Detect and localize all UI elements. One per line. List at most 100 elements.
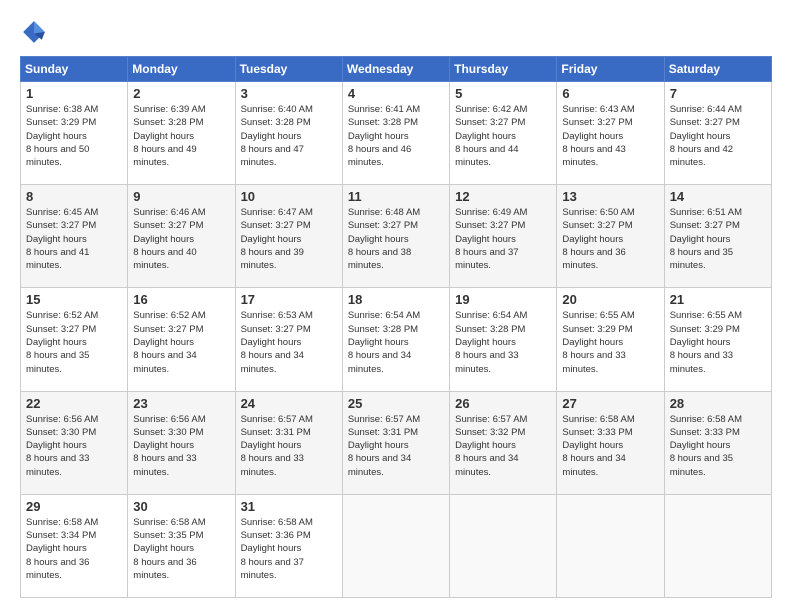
day-number: 16 <box>133 292 229 307</box>
col-header-wednesday: Wednesday <box>342 57 449 82</box>
day-cell: 27 Sunrise: 6:58 AM Sunset: 3:33 PM Dayl… <box>557 391 664 494</box>
day-cell: 31 Sunrise: 6:58 AM Sunset: 3:36 PM Dayl… <box>235 494 342 597</box>
calendar-header: SundayMondayTuesdayWednesdayThursdayFrid… <box>21 57 772 82</box>
day-cell: 24 Sunrise: 6:57 AM Sunset: 3:31 PM Dayl… <box>235 391 342 494</box>
day-cell <box>342 494 449 597</box>
day-info: Sunrise: 6:56 AM Sunset: 3:30 PM Dayligh… <box>26 413 122 479</box>
day-number: 19 <box>455 292 551 307</box>
day-info: Sunrise: 6:53 AM Sunset: 3:27 PM Dayligh… <box>241 309 337 375</box>
day-info: Sunrise: 6:58 AM Sunset: 3:35 PM Dayligh… <box>133 516 229 582</box>
day-cell: 19 Sunrise: 6:54 AM Sunset: 3:28 PM Dayl… <box>450 288 557 391</box>
col-header-monday: Monday <box>128 57 235 82</box>
calendar-body: 1 Sunrise: 6:38 AM Sunset: 3:29 PM Dayli… <box>21 82 772 598</box>
day-cell: 8 Sunrise: 6:45 AM Sunset: 3:27 PM Dayli… <box>21 185 128 288</box>
day-cell: 20 Sunrise: 6:55 AM Sunset: 3:29 PM Dayl… <box>557 288 664 391</box>
col-header-sunday: Sunday <box>21 57 128 82</box>
day-cell: 23 Sunrise: 6:56 AM Sunset: 3:30 PM Dayl… <box>128 391 235 494</box>
week-row-2: 8 Sunrise: 6:45 AM Sunset: 3:27 PM Dayli… <box>21 185 772 288</box>
day-info: Sunrise: 6:56 AM Sunset: 3:30 PM Dayligh… <box>133 413 229 479</box>
day-number: 4 <box>348 86 444 101</box>
logo <box>20 18 52 46</box>
day-info: Sunrise: 6:44 AM Sunset: 3:27 PM Dayligh… <box>670 103 766 169</box>
day-number: 26 <box>455 396 551 411</box>
day-info: Sunrise: 6:41 AM Sunset: 3:28 PM Dayligh… <box>348 103 444 169</box>
col-header-saturday: Saturday <box>664 57 771 82</box>
day-cell: 25 Sunrise: 6:57 AM Sunset: 3:31 PM Dayl… <box>342 391 449 494</box>
calendar-table: SundayMondayTuesdayWednesdayThursdayFrid… <box>20 56 772 598</box>
day-number: 18 <box>348 292 444 307</box>
day-number: 12 <box>455 189 551 204</box>
day-number: 27 <box>562 396 658 411</box>
day-info: Sunrise: 6:55 AM Sunset: 3:29 PM Dayligh… <box>670 309 766 375</box>
day-cell: 17 Sunrise: 6:53 AM Sunset: 3:27 PM Dayl… <box>235 288 342 391</box>
day-number: 28 <box>670 396 766 411</box>
day-number: 21 <box>670 292 766 307</box>
day-cell: 12 Sunrise: 6:49 AM Sunset: 3:27 PM Dayl… <box>450 185 557 288</box>
day-number: 14 <box>670 189 766 204</box>
day-cell: 3 Sunrise: 6:40 AM Sunset: 3:28 PM Dayli… <box>235 82 342 185</box>
page: SundayMondayTuesdayWednesdayThursdayFrid… <box>0 0 792 612</box>
day-cell: 10 Sunrise: 6:47 AM Sunset: 3:27 PM Dayl… <box>235 185 342 288</box>
day-number: 1 <box>26 86 122 101</box>
day-cell: 18 Sunrise: 6:54 AM Sunset: 3:28 PM Dayl… <box>342 288 449 391</box>
day-cell <box>664 494 771 597</box>
day-number: 9 <box>133 189 229 204</box>
day-info: Sunrise: 6:40 AM Sunset: 3:28 PM Dayligh… <box>241 103 337 169</box>
day-info: Sunrise: 6:57 AM Sunset: 3:32 PM Dayligh… <box>455 413 551 479</box>
day-number: 3 <box>241 86 337 101</box>
header <box>20 18 772 46</box>
day-number: 20 <box>562 292 658 307</box>
day-number: 30 <box>133 499 229 514</box>
day-cell: 29 Sunrise: 6:58 AM Sunset: 3:34 PM Dayl… <box>21 494 128 597</box>
logo-icon <box>20 18 48 46</box>
day-cell: 2 Sunrise: 6:39 AM Sunset: 3:28 PM Dayli… <box>128 82 235 185</box>
day-number: 25 <box>348 396 444 411</box>
day-cell: 30 Sunrise: 6:58 AM Sunset: 3:35 PM Dayl… <box>128 494 235 597</box>
day-cell: 22 Sunrise: 6:56 AM Sunset: 3:30 PM Dayl… <box>21 391 128 494</box>
header-row: SundayMondayTuesdayWednesdayThursdayFrid… <box>21 57 772 82</box>
day-number: 11 <box>348 189 444 204</box>
day-info: Sunrise: 6:54 AM Sunset: 3:28 PM Dayligh… <box>455 309 551 375</box>
day-info: Sunrise: 6:52 AM Sunset: 3:27 PM Dayligh… <box>133 309 229 375</box>
day-cell: 4 Sunrise: 6:41 AM Sunset: 3:28 PM Dayli… <box>342 82 449 185</box>
day-number: 5 <box>455 86 551 101</box>
day-number: 2 <box>133 86 229 101</box>
day-cell: 21 Sunrise: 6:55 AM Sunset: 3:29 PM Dayl… <box>664 288 771 391</box>
day-cell: 5 Sunrise: 6:42 AM Sunset: 3:27 PM Dayli… <box>450 82 557 185</box>
day-cell: 13 Sunrise: 6:50 AM Sunset: 3:27 PM Dayl… <box>557 185 664 288</box>
week-row-4: 22 Sunrise: 6:56 AM Sunset: 3:30 PM Dayl… <box>21 391 772 494</box>
day-number: 23 <box>133 396 229 411</box>
day-number: 22 <box>26 396 122 411</box>
day-info: Sunrise: 6:39 AM Sunset: 3:28 PM Dayligh… <box>133 103 229 169</box>
day-number: 15 <box>26 292 122 307</box>
day-info: Sunrise: 6:54 AM Sunset: 3:28 PM Dayligh… <box>348 309 444 375</box>
day-info: Sunrise: 6:49 AM Sunset: 3:27 PM Dayligh… <box>455 206 551 272</box>
day-cell: 7 Sunrise: 6:44 AM Sunset: 3:27 PM Dayli… <box>664 82 771 185</box>
day-info: Sunrise: 6:58 AM Sunset: 3:33 PM Dayligh… <box>670 413 766 479</box>
day-cell: 15 Sunrise: 6:52 AM Sunset: 3:27 PM Dayl… <box>21 288 128 391</box>
day-cell: 16 Sunrise: 6:52 AM Sunset: 3:27 PM Dayl… <box>128 288 235 391</box>
day-number: 6 <box>562 86 658 101</box>
day-number: 29 <box>26 499 122 514</box>
day-number: 7 <box>670 86 766 101</box>
day-info: Sunrise: 6:57 AM Sunset: 3:31 PM Dayligh… <box>348 413 444 479</box>
day-info: Sunrise: 6:57 AM Sunset: 3:31 PM Dayligh… <box>241 413 337 479</box>
day-info: Sunrise: 6:47 AM Sunset: 3:27 PM Dayligh… <box>241 206 337 272</box>
day-cell: 28 Sunrise: 6:58 AM Sunset: 3:33 PM Dayl… <box>664 391 771 494</box>
col-header-thursday: Thursday <box>450 57 557 82</box>
week-row-5: 29 Sunrise: 6:58 AM Sunset: 3:34 PM Dayl… <box>21 494 772 597</box>
day-info: Sunrise: 6:38 AM Sunset: 3:29 PM Dayligh… <box>26 103 122 169</box>
day-info: Sunrise: 6:45 AM Sunset: 3:27 PM Dayligh… <box>26 206 122 272</box>
day-info: Sunrise: 6:58 AM Sunset: 3:33 PM Dayligh… <box>562 413 658 479</box>
day-cell: 9 Sunrise: 6:46 AM Sunset: 3:27 PM Dayli… <box>128 185 235 288</box>
col-header-friday: Friday <box>557 57 664 82</box>
day-cell: 1 Sunrise: 6:38 AM Sunset: 3:29 PM Dayli… <box>21 82 128 185</box>
day-number: 13 <box>562 189 658 204</box>
day-cell: 11 Sunrise: 6:48 AM Sunset: 3:27 PM Dayl… <box>342 185 449 288</box>
day-cell <box>450 494 557 597</box>
day-number: 31 <box>241 499 337 514</box>
day-info: Sunrise: 6:52 AM Sunset: 3:27 PM Dayligh… <box>26 309 122 375</box>
day-info: Sunrise: 6:55 AM Sunset: 3:29 PM Dayligh… <box>562 309 658 375</box>
week-row-3: 15 Sunrise: 6:52 AM Sunset: 3:27 PM Dayl… <box>21 288 772 391</box>
day-info: Sunrise: 6:58 AM Sunset: 3:36 PM Dayligh… <box>241 516 337 582</box>
